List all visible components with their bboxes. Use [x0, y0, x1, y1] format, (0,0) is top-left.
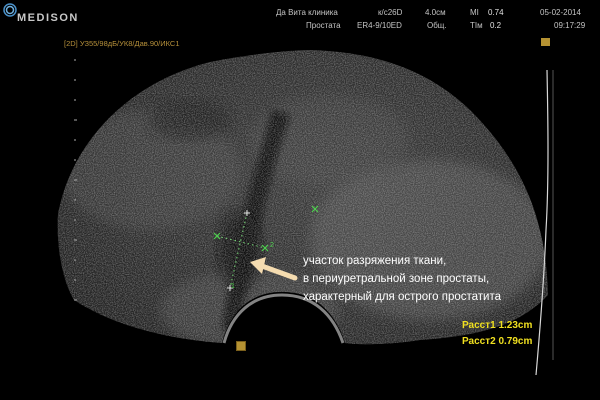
- exam-date: 05-02-2014: [540, 8, 581, 17]
- preset-label: ER4-9/10ED: [357, 21, 402, 30]
- exam-time: 09:17:29: [554, 21, 586, 30]
- medison-logo-mark: [3, 3, 17, 17]
- caliper-label-2: 2: [270, 242, 274, 249]
- annotation-line-1: участок разряжения ткани,: [303, 255, 447, 267]
- caliper-label-1: 1: [231, 283, 235, 290]
- annotation-line-3: характерный для острого простатита: [303, 291, 501, 303]
- depth-value: 4.0см: [425, 8, 446, 17]
- clinic-name: Да Вита клиника: [276, 8, 338, 17]
- gain-curve: [535, 69, 554, 376]
- brand-logo: MEDISON: [17, 12, 79, 24]
- mode-label: Общ.: [427, 21, 447, 30]
- orientation-marker: [541, 38, 550, 46]
- focus-marker: [236, 341, 246, 351]
- scan-parameters: [2D] УЗ55/98дБ/УК8/Дав.90/ИКС1: [64, 39, 180, 48]
- probe-label: к/с26D: [378, 8, 403, 17]
- mi-value: 0.74: [488, 8, 504, 17]
- measurement-distance-1: Расст1 1.23cm: [462, 320, 533, 331]
- annotation-line-2: в периуретральной зоне простаты,: [303, 273, 490, 285]
- exam-name: Простата: [306, 21, 341, 30]
- tib-value: 0.2: [490, 21, 502, 30]
- tib-label: TIм: [470, 21, 483, 30]
- mi-label: MI: [470, 8, 479, 17]
- measurement-distance-2: Расст2 0.79cm: [462, 336, 533, 347]
